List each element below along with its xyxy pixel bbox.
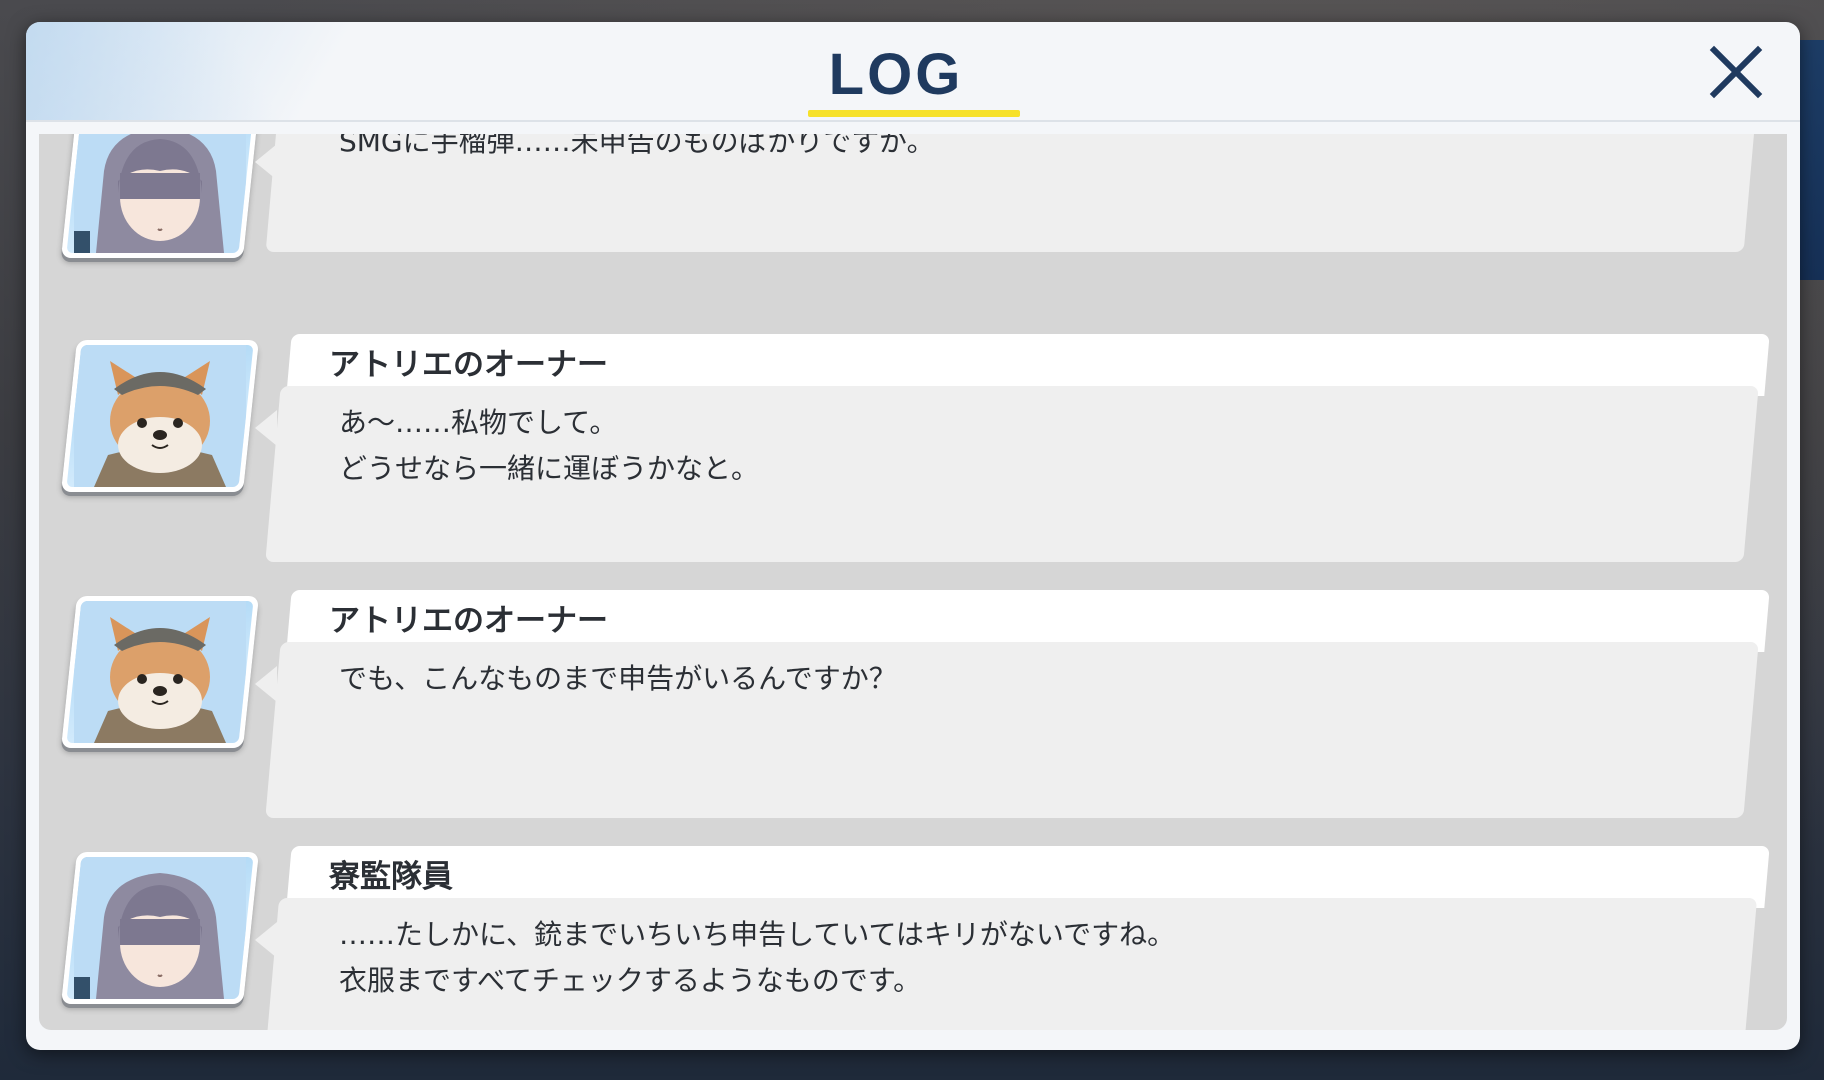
title-underline xyxy=(808,110,1020,117)
speaker-portrait xyxy=(61,134,259,258)
log-panel: LOG SMGに手榴弾……未申告のものばかりですが。 アトリエのオーナー あ〜…… xyxy=(26,22,1800,1050)
log-entry: アトリエのオーナー でも、こんなものまで申告がいるんですか？ xyxy=(39,590,1787,830)
speaker-portrait xyxy=(61,852,259,1004)
log-entry: 寮監隊員 ……たしかに、銃までいちいち申告していてはキリがないですね。 衣服まで… xyxy=(39,846,1787,1030)
close-button[interactable] xyxy=(1706,42,1766,102)
log-entry: SMGに手榴弾……未申告のものばかりですが。 xyxy=(39,134,1787,264)
bubble-tail xyxy=(255,666,277,702)
log-scroll-area[interactable]: SMGに手榴弾……未申告のものばかりですが。 アトリエのオーナー あ〜……私物で… xyxy=(39,134,1787,1030)
message-text: SMGに手榴弾……未申告のものばかりですが。 xyxy=(339,134,935,158)
speaker-portrait xyxy=(61,340,259,492)
page-title: LOG xyxy=(828,42,964,107)
bubble-tail xyxy=(255,410,277,446)
dog-portrait-icon xyxy=(74,345,246,487)
student-portrait-icon xyxy=(74,857,246,999)
speaker-portrait xyxy=(61,596,259,748)
bubble-tail xyxy=(255,922,277,958)
message-text: でも、こんなものまで申告がいるんですか？ xyxy=(339,662,897,695)
bubble-tail xyxy=(255,144,277,180)
close-icon xyxy=(1709,45,1763,99)
dog-portrait-icon xyxy=(74,601,246,743)
log-header: LOG xyxy=(26,22,1800,122)
message-text: ……たしかに、銃までいちいち申告していてはキリがないですね。 衣服まですべてチェ… xyxy=(339,918,1176,997)
message-text: あ〜……私物でして。 どうせなら一緒に運ぼうかなと。 xyxy=(339,406,760,485)
log-entry: アトリエのオーナー あ〜……私物でして。 どうせなら一緒に運ぼうかなと。 xyxy=(39,334,1787,574)
student-portrait-icon xyxy=(74,134,246,253)
